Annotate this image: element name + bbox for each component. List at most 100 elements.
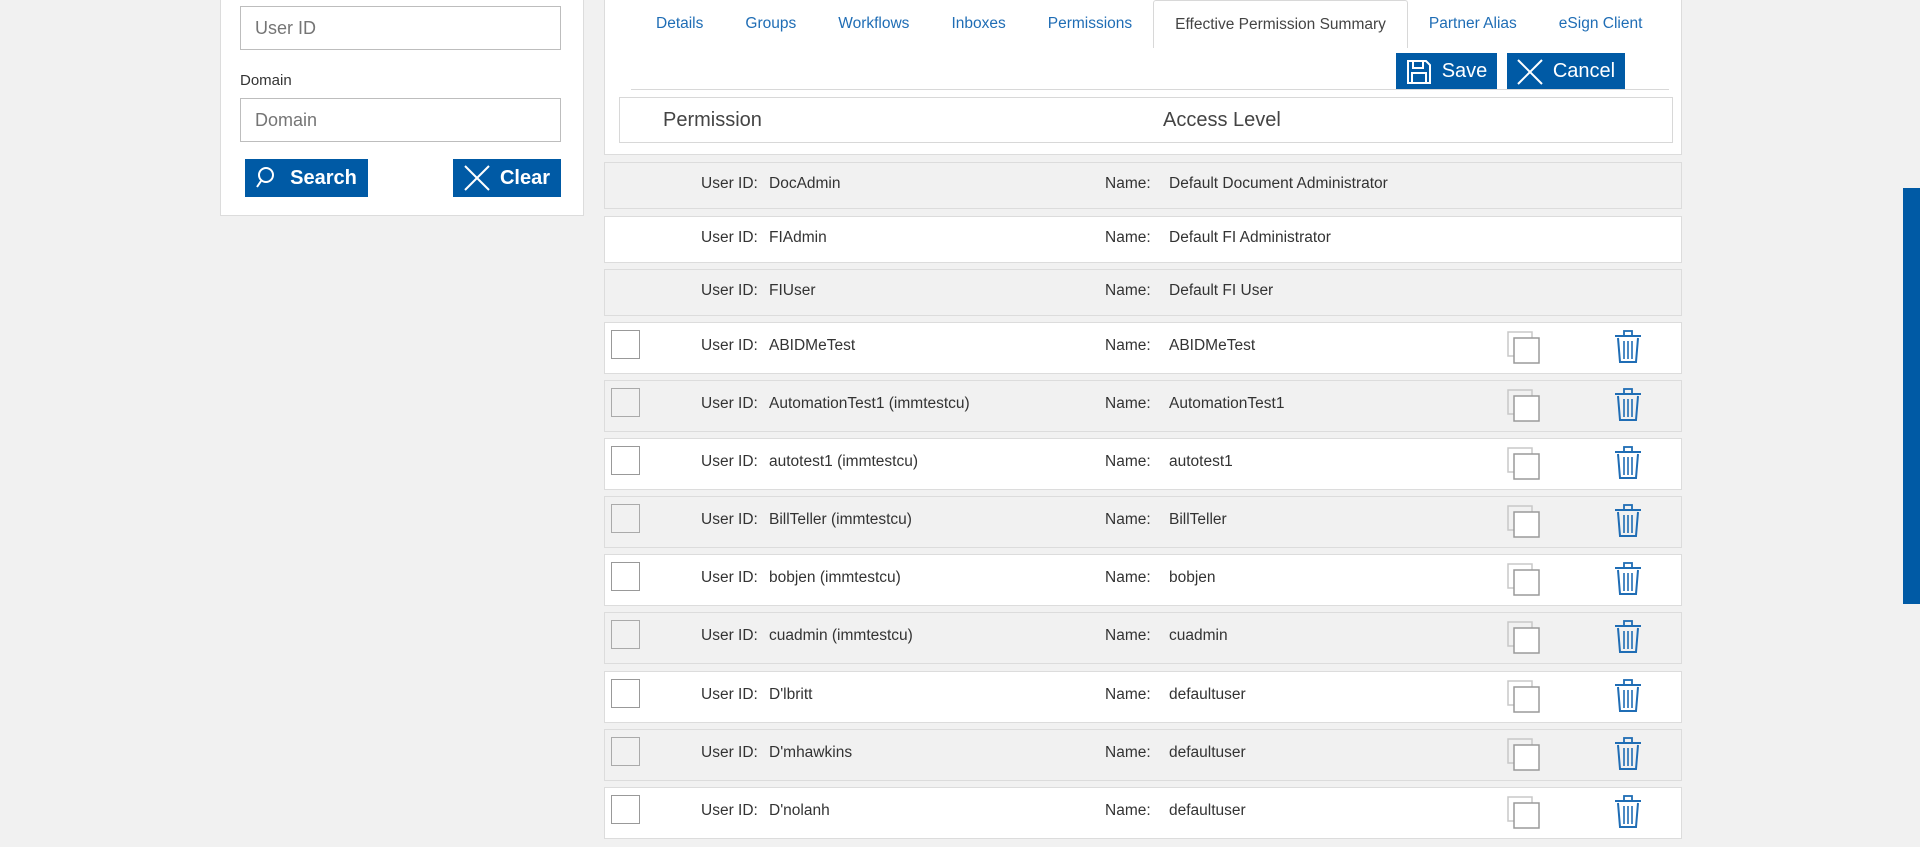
name-value: autotest1 [1169, 453, 1233, 470]
name-label: Name: [1105, 175, 1151, 192]
save-icon [1406, 59, 1431, 84]
trash-icon[interactable] [1613, 330, 1643, 364]
tab-bar: Details Groups Workflows Inboxes Permiss… [635, 0, 1663, 48]
search-icon [256, 167, 275, 188]
row-checkbox[interactable] [611, 795, 640, 824]
copy-icon[interactable] [1507, 563, 1541, 597]
user-id-input[interactable] [240, 6, 561, 50]
tab-permissions[interactable]: Permissions [1027, 0, 1153, 48]
user-detail-panel: Details Groups Workflows Inboxes Permiss… [604, 0, 1682, 155]
copy-icon[interactable] [1507, 389, 1541, 423]
tab-partner-alias[interactable]: Partner Alias [1408, 0, 1538, 48]
name-label: Name: [1105, 337, 1151, 354]
user-id-value: FIUser [769, 282, 816, 299]
tab-workflows[interactable]: Workflows [817, 0, 930, 48]
search-button[interactable]: Search [245, 159, 368, 197]
name-value: defaultuser [1169, 802, 1246, 819]
row-checkbox[interactable] [611, 446, 640, 475]
user-row[interactable]: User ID: DocAdmin Name: Default Document Ad… [604, 162, 1682, 209]
user-id-value: autotest1 (immtestcu) [769, 453, 919, 470]
row-checkbox[interactable] [611, 388, 640, 417]
trash-icon[interactable] [1613, 620, 1643, 654]
user-row[interactable]: User ID: FIUser Name: Default FI User [604, 269, 1682, 316]
user-row[interactable]: User ID: AutomationTest1 (immtestcu) Name:… [604, 380, 1682, 432]
name-label: Name: [1105, 453, 1151, 470]
access-level-column-header: Access Level [1163, 109, 1281, 131]
name-value: ABIDMeTest [1169, 337, 1256, 354]
user-row[interactable]: User ID: bobjen (immtestcu) Name: bobjen [604, 554, 1682, 606]
cancel-button[interactable]: Cancel [1507, 53, 1625, 90]
user-row[interactable]: User ID: ABIDMeTest Name: ABIDMeTest [604, 322, 1682, 374]
name-value: bobjen [1169, 569, 1216, 586]
user-id-label: User ID: [701, 511, 758, 528]
trash-icon[interactable] [1613, 737, 1643, 771]
user-id-label: User ID: [701, 395, 758, 412]
row-checkbox[interactable] [611, 562, 640, 591]
cancel-button-label: Cancel [1552, 60, 1616, 82]
user-id-value: cuadmin (immtestcu) [769, 627, 913, 644]
copy-icon[interactable] [1507, 447, 1541, 481]
tab-effective-permission-summary[interactable]: Effective Permission Summary [1153, 0, 1408, 48]
domain-input[interactable] [240, 98, 561, 142]
user-row[interactable]: User ID: D'lbritt Name: defaultuser [604, 671, 1682, 723]
copy-icon[interactable] [1507, 621, 1541, 655]
close-icon [464, 165, 490, 191]
user-id-value: D'nolanh [769, 802, 830, 819]
row-checkbox[interactable] [611, 330, 640, 359]
user-id-value: D'lbritt [769, 686, 813, 703]
user-id-label: User ID: [701, 744, 758, 761]
user-row[interactable]: User ID: D'mhawkins Name: defaultuser [604, 729, 1682, 781]
user-row[interactable]: User ID: D'nolanh Name: defaultuser [604, 787, 1682, 839]
tab-details[interactable]: Details [635, 0, 724, 48]
user-id-label: User ID: [701, 569, 758, 586]
trash-icon[interactable] [1613, 562, 1643, 596]
row-checkbox[interactable] [611, 504, 640, 533]
trash-icon[interactable] [1613, 446, 1643, 480]
copy-icon[interactable] [1507, 331, 1541, 365]
name-label: Name: [1105, 229, 1151, 246]
tab-esign-client[interactable]: eSign Client [1538, 0, 1664, 48]
name-label: Name: [1105, 569, 1151, 586]
row-checkbox[interactable] [611, 679, 640, 708]
user-id-value: D'mhawkins [769, 744, 853, 761]
name-value: defaultuser [1169, 744, 1246, 761]
user-id-label: User ID: [701, 453, 758, 470]
tab-inboxes[interactable]: Inboxes [930, 0, 1026, 48]
copy-icon[interactable] [1507, 796, 1541, 830]
user-id-value: AutomationTest1 (immtestcu) [769, 395, 970, 412]
clear-button-label: Clear [499, 166, 551, 189]
user-row[interactable]: User ID: FIAdmin Name: Default FI Administr… [604, 216, 1682, 263]
user-id-label: User ID: [701, 627, 758, 644]
close-icon [1517, 58, 1543, 85]
trash-icon[interactable] [1613, 679, 1643, 713]
row-checkbox[interactable] [611, 737, 640, 766]
copy-icon[interactable] [1507, 738, 1541, 772]
tab-groups[interactable]: Groups [724, 0, 817, 48]
trash-icon[interactable] [1613, 388, 1643, 422]
user-id-label: User ID: [701, 175, 758, 192]
clear-button[interactable]: Clear [453, 159, 561, 197]
domain-label: Domain [240, 72, 292, 89]
user-id-label: User ID: [701, 229, 758, 246]
user-id-value: BillTeller (immtestcu) [769, 511, 912, 528]
row-checkbox[interactable] [611, 620, 640, 649]
trash-icon[interactable] [1613, 504, 1643, 538]
name-label: Name: [1105, 511, 1151, 528]
name-label: Name: [1105, 802, 1151, 819]
user-row[interactable]: User ID: autotest1 (immtestcu) Name: autote… [604, 438, 1682, 490]
copy-icon[interactable] [1507, 680, 1541, 714]
scrollbar-thumb[interactable] [1903, 188, 1920, 604]
permission-header: Permission Access Level [619, 97, 1673, 143]
name-value: Default Document Administrator [1169, 175, 1388, 192]
user-row[interactable]: User ID: cuadmin (immtestcu) Name: cuadmin [604, 612, 1682, 664]
name-label: Name: [1105, 395, 1151, 412]
user-row[interactable]: User ID: BillTeller (immtestcu) Name: BillT… [604, 496, 1682, 548]
name-value: cuadmin [1169, 627, 1228, 644]
trash-icon[interactable] [1613, 795, 1643, 829]
user-id-label: User ID: [701, 802, 758, 819]
save-button[interactable]: Save [1396, 53, 1497, 90]
search-button-label: Search [290, 166, 357, 189]
copy-icon[interactable] [1507, 505, 1541, 539]
search-panel: Domain Search Clear [220, 0, 584, 216]
user-id-value: ABIDMeTest [769, 337, 856, 354]
